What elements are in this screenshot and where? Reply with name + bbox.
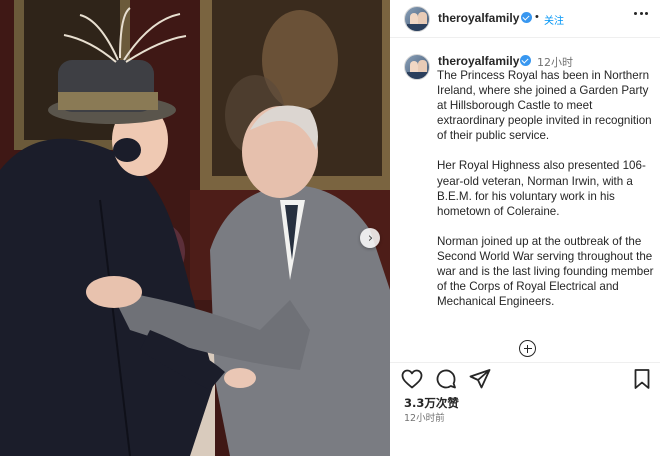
separator-dot: • [535, 11, 539, 23]
post-caption: The Princess Royal has been in Northern … [437, 68, 655, 324]
veteran-hand [86, 276, 142, 308]
post-side-panel: theroyalfamily • 关注 theroyalfamily 12小时 … [390, 0, 660, 456]
caption-account-name[interactable]: theroyalfamily [438, 54, 519, 68]
paper-plane-icon[interactable] [468, 367, 492, 391]
heart-icon[interactable] [400, 367, 424, 391]
caption-paragraph: The Princess Royal has been in Northern … [437, 69, 652, 143]
verified-badge-icon [521, 12, 532, 23]
comment-icon[interactable] [434, 367, 458, 391]
caption-paragraph: Norman joined up at the outbreak of the … [437, 234, 654, 309]
more-options-icon[interactable] [634, 12, 648, 18]
likes-count[interactable]: 3.3万次赞 [404, 395, 459, 411]
account-avatar[interactable] [404, 6, 430, 32]
bookmark-icon[interactable] [630, 367, 654, 391]
plus-circle-icon[interactable] [519, 340, 536, 357]
chevron-right-icon: › [367, 230, 374, 246]
verified-badge-icon [520, 55, 531, 66]
account-name-link[interactable]: theroyalfamily [438, 11, 519, 25]
caption-avatar[interactable] [404, 54, 430, 80]
post-photo[interactable]: › [0, 0, 390, 456]
follow-button[interactable]: 关注 [544, 12, 564, 27]
post-header: theroyalfamily • 关注 [390, 0, 660, 38]
next-photo-button[interactable]: › [360, 228, 380, 248]
post-actions: 3.3万次赞 12小时前 [390, 362, 660, 456]
photo-scene [0, 0, 390, 456]
caption-paragraph: Her Royal Highness also presented 106-ye… [437, 159, 646, 218]
post-date[interactable]: 12小时前 [404, 410, 445, 424]
